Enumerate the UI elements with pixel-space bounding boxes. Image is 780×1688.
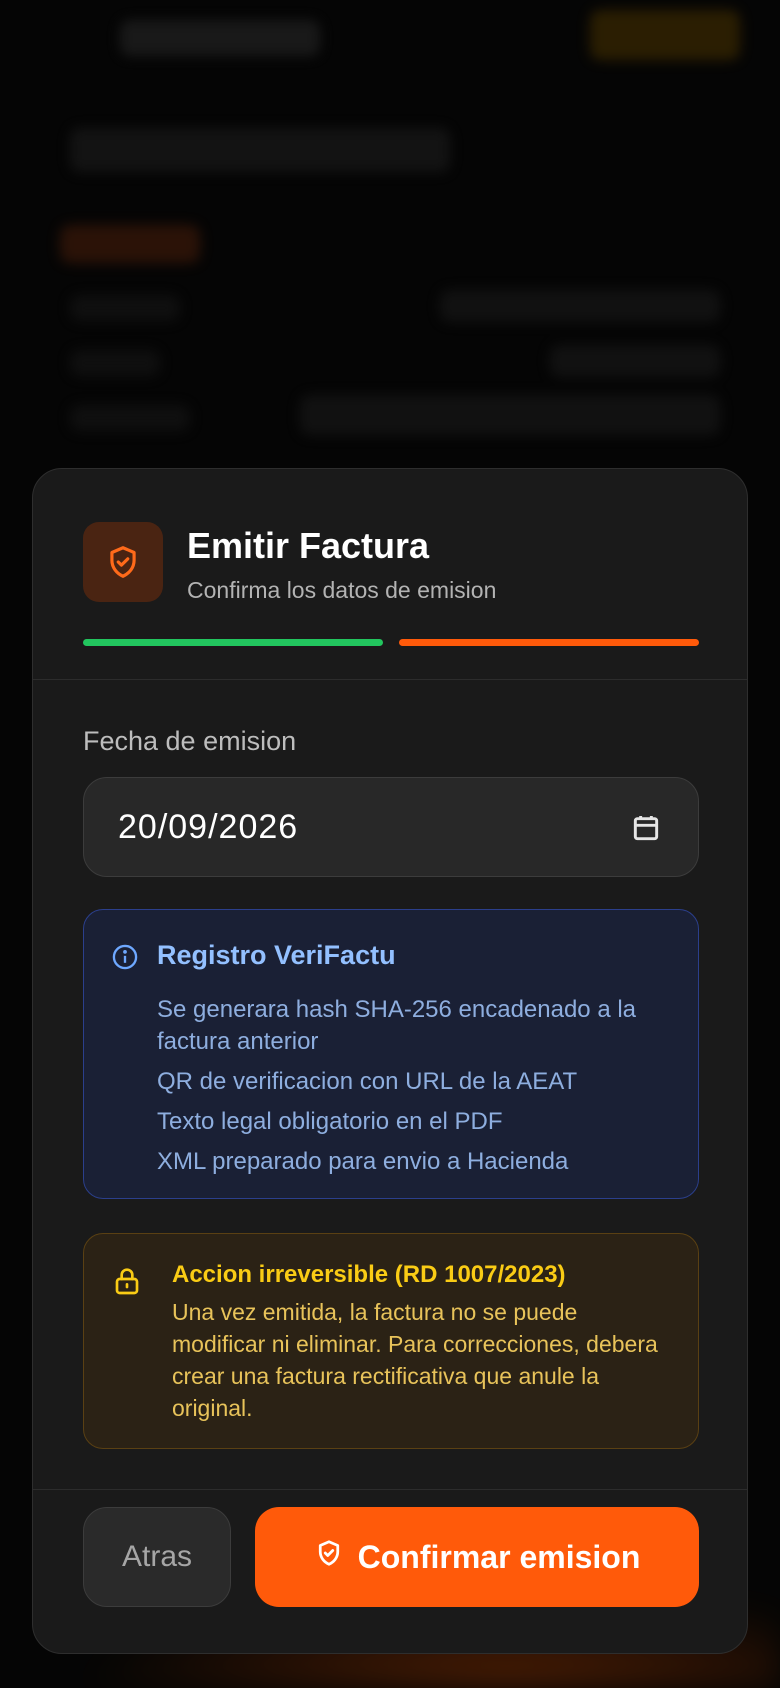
info-box-title: Registro VeriFactu — [157, 940, 396, 970]
warning-title: Accion irreversible (RD 1007/2023) — [172, 1261, 566, 1288]
modal-footer: Atras Confirmar emision — [33, 1489, 747, 1653]
info-icon — [111, 943, 139, 976]
shield-check-icon — [314, 1538, 344, 1576]
irreversible-warning-box: Accion irreversible (RD 1007/2023) Una v… — [83, 1233, 699, 1449]
lock-icon — [111, 1264, 143, 1303]
issue-date-input[interactable]: 20/09/2026 — [83, 777, 699, 877]
info-box-list: Se generara hash SHA-256 encadenado a la… — [157, 994, 677, 1186]
step-indicator-1 — [83, 639, 383, 646]
list-item: Se generara hash SHA-256 encadenado a la… — [157, 996, 637, 1055]
date-field-label: Fecha de emision — [83, 726, 297, 756]
modal-title: Emitir Factura — [187, 525, 430, 566]
warning-text: Una vez emitida, la factura no se puede … — [172, 1299, 658, 1421]
list-item: XML preparado para envio a Hacienda — [157, 1148, 569, 1175]
confirm-button-label: Confirmar emision — [357, 1538, 641, 1575]
calendar-icon[interactable] — [630, 812, 662, 849]
modal-subtitle: Confirma los datos de emision — [187, 577, 497, 603]
shield-check-icon — [83, 522, 163, 602]
back-button[interactable]: Atras — [83, 1507, 231, 1607]
verifactu-info-box: Registro VeriFactu Se generara hash SHA-… — [83, 909, 699, 1199]
modal-header: Emitir Factura Confirma los datos de emi… — [33, 469, 747, 680]
list-item: Texto legal obligatorio en el PDF — [157, 1108, 503, 1135]
emit-invoice-modal: Emitir Factura Confirma los datos de emi… — [32, 468, 748, 1654]
list-item: QR de verificacion con URL de la AEAT — [157, 1068, 578, 1095]
issue-date-value: 20/09/2026 — [118, 808, 299, 846]
step-indicator-2 — [399, 639, 699, 646]
confirm-emission-button[interactable]: Confirmar emision — [255, 1507, 699, 1607]
